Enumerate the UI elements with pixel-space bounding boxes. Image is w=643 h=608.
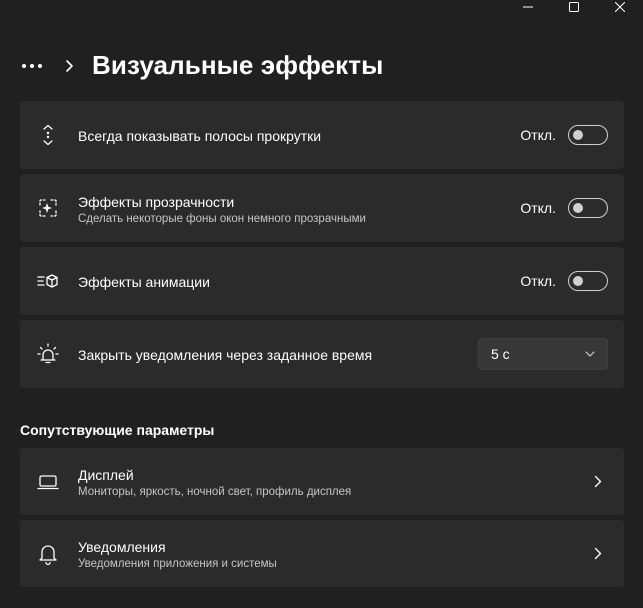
scrollbars-toggle[interactable] [568, 125, 608, 145]
toggle-knob [573, 203, 583, 213]
related-section-title: Сопутствующие параметры [20, 422, 215, 438]
display-icon [37, 471, 59, 493]
bell-icon [37, 543, 59, 565]
setting-title: Закрыть уведомления через заданное время [78, 347, 373, 363]
notification-timeout-select[interactable]: 5 с [478, 338, 608, 370]
related-item-title: Уведомления [78, 539, 166, 555]
chevron-down-icon [585, 351, 595, 357]
related-item-notifications[interactable]: Уведомления Уведомления приложения и сис… [20, 520, 624, 587]
maximize-button[interactable] [551, 0, 597, 14]
toggle-knob [573, 276, 583, 286]
setting-title: Эффекты анимации [78, 274, 210, 290]
setting-transparency: Эффекты прозрачности Сделать некоторые ф… [20, 174, 624, 242]
toggle-knob [573, 130, 583, 140]
setting-notification-timeout: Закрыть уведомления через заданное время… [20, 320, 624, 388]
more-button[interactable] [20, 54, 50, 78]
minimize-button[interactable] [505, 0, 551, 14]
related-item-description: Уведомления приложения и системы [78, 558, 277, 570]
window-caption [505, 0, 643, 14]
animation-icon [37, 270, 59, 292]
maximize-icon [569, 2, 579, 12]
related-item-title: Дисплей [78, 467, 134, 483]
transparency-icon [37, 197, 59, 219]
close-button[interactable] [597, 0, 643, 14]
related-item-display[interactable]: Дисплей Мониторы, яркость, ночной свет, … [20, 448, 624, 515]
breadcrumb: Визуальные эффекты [20, 50, 383, 81]
scrollbar-icon [37, 124, 59, 146]
animation-toggle[interactable] [568, 271, 608, 291]
page-title: Визуальные эффекты [92, 50, 384, 80]
chevron-right-icon [592, 546, 604, 562]
related-item-description: Мониторы, яркость, ночной свет, профиль … [78, 486, 352, 498]
more-icon [22, 63, 42, 68]
animation-toggle-group: Откл. [520, 271, 608, 291]
scrollbars-toggle-group: Откл. [520, 125, 608, 145]
minimize-icon [523, 6, 533, 8]
close-icon [615, 2, 625, 12]
setting-title: Эффекты прозрачности [78, 194, 235, 210]
setting-animation: Эффекты анимации Откл. [20, 247, 624, 315]
chevron-right-icon [592, 474, 604, 490]
toggle-state-label: Откл. [520, 127, 556, 143]
chevron-right-icon [64, 54, 84, 78]
notification-timer-icon [37, 343, 59, 365]
toggle-state-label: Откл. [520, 273, 556, 289]
toggle-state-label: Откл. [520, 200, 556, 216]
setting-description: Сделать некоторые фоны окон немного проз… [78, 213, 366, 225]
setting-title: Всегда показывать полосы прокрутки [78, 128, 322, 144]
transparency-toggle-group: Откл. [520, 198, 608, 218]
select-value: 5 с [491, 346, 510, 362]
setting-scrollbars: Всегда показывать полосы прокрутки Откл. [20, 101, 624, 169]
transparency-toggle[interactable] [568, 198, 608, 218]
